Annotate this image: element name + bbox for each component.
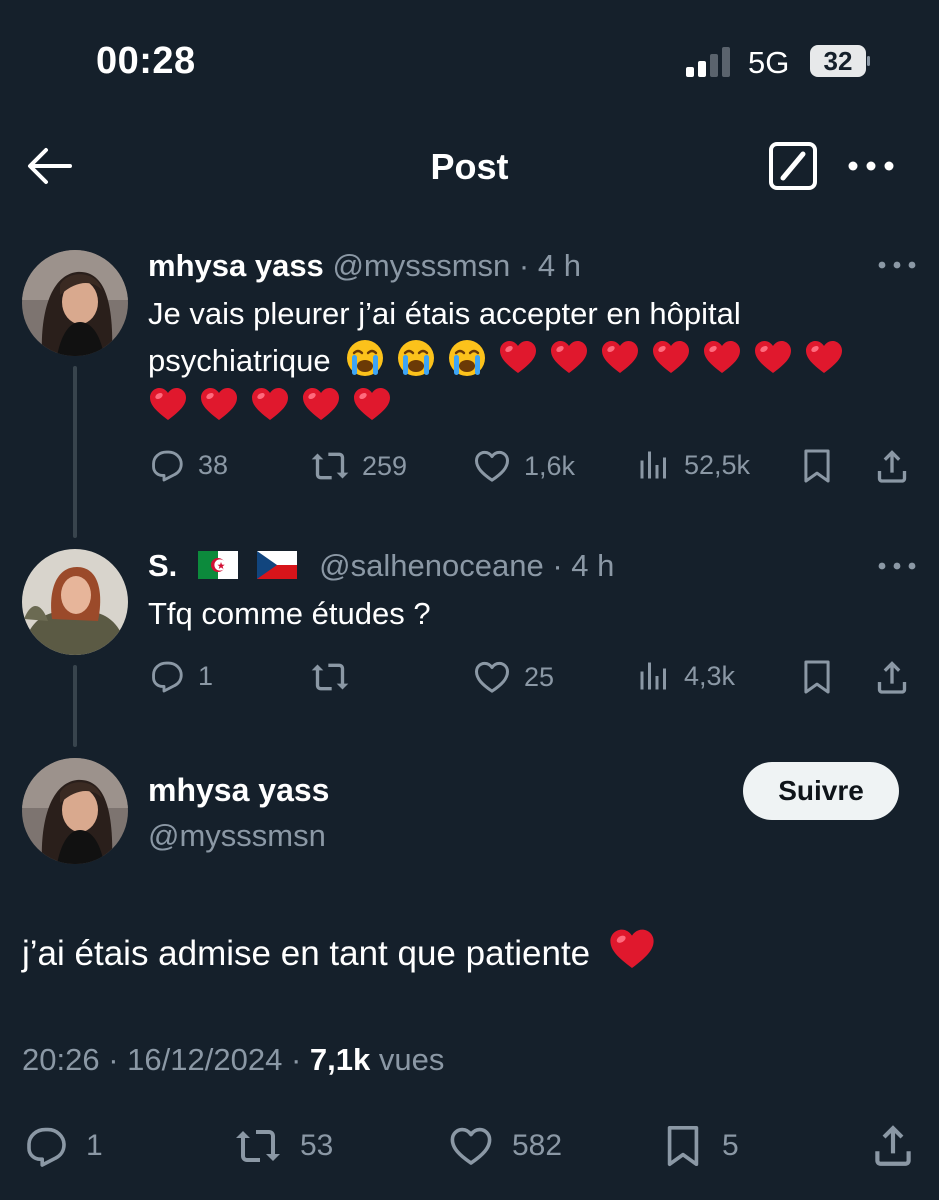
tweet-time: 20:26: [22, 1042, 100, 1077]
reply-button[interactable]: 1: [148, 657, 213, 695]
reply-count: 1: [198, 660, 214, 691]
avatar[interactable]: [22, 549, 128, 655]
reply-icon: [148, 446, 186, 484]
battery-level: 32: [810, 45, 866, 77]
red-heart-emoji: [352, 385, 392, 425]
signal-strength-icon: [686, 47, 732, 77]
more-horizontal-icon[interactable]: [877, 259, 917, 271]
user-handle[interactable]: @mysssmsn: [148, 818, 326, 854]
tweet-meta: 20:26 · 16/12/2024 · 7,1k vues: [22, 1042, 445, 1077]
share-icon[interactable]: [872, 657, 912, 697]
heart-icon: [472, 657, 512, 697]
red-heart-emoji: [549, 338, 589, 378]
views-icon: [636, 657, 672, 695]
like-button[interactable]: 582: [446, 1122, 562, 1170]
red-heart-emoji: [148, 385, 188, 425]
like-button[interactable]: 1,6k: [472, 446, 575, 486]
status-time: 00:28: [96, 40, 196, 82]
views-icon: [636, 446, 672, 484]
follow-button[interactable]: Suivre: [743, 762, 899, 820]
tweet-time: 4 h: [571, 548, 615, 583]
red-heart-emoji: [498, 338, 538, 378]
tweet-header: S. @salhenoceane · 4 h: [148, 548, 615, 583]
tweet-text: Je vais pleurer j’ai étais accepter en h…: [148, 290, 928, 431]
repost-count: 259: [362, 450, 408, 481]
avatar[interactable]: [22, 758, 128, 864]
flag-algeria-icon: [198, 551, 238, 579]
crying-face-emoji: [345, 338, 385, 378]
views-count: 4,3k: [684, 660, 736, 691]
user-handle[interactable]: @mysssmsn: [332, 248, 510, 283]
repost-button[interactable]: [310, 657, 362, 697]
display-name[interactable]: S.: [148, 548, 177, 583]
crying-face-emoji: [396, 338, 436, 378]
like-count: 25: [524, 661, 555, 692]
repost-button[interactable]: 259: [310, 446, 407, 486]
avatar[interactable]: [22, 250, 128, 356]
repost-icon: [310, 657, 350, 697]
grok-icon[interactable]: [768, 141, 818, 191]
arrow-left-icon[interactable]: [26, 146, 72, 186]
bookmark-button[interactable]: 5: [660, 1122, 739, 1170]
views-button[interactable]: 4,3k: [636, 657, 735, 695]
tweet-header: mhysa yass @mysssmsn · 4 h: [148, 248, 581, 283]
tweet-time: 4 h: [537, 248, 581, 283]
display-name[interactable]: mhysa yass: [148, 248, 324, 283]
reply-icon: [148, 657, 186, 695]
like-count: 1,6k: [524, 450, 576, 481]
network-type: 5G: [748, 45, 790, 80]
reply-count: 1: [86, 1129, 103, 1162]
red-heart-emoji: [301, 385, 341, 425]
reply-count: 38: [198, 449, 229, 480]
views-count: 7,1k: [309, 1042, 371, 1077]
like-button[interactable]: 25: [472, 657, 554, 697]
more-horizontal-icon[interactable]: [877, 560, 917, 572]
red-heart-emoji: [608, 926, 656, 974]
red-heart-emoji: [753, 338, 793, 378]
red-heart-emoji: [250, 385, 290, 425]
views-button[interactable]: 52,5k: [636, 446, 750, 484]
crying-face-emoji: [447, 338, 487, 378]
main-tweet-text: j’ai étais admise en tant que patiente: [22, 926, 656, 974]
thread-line: [73, 665, 77, 747]
repost-icon: [310, 446, 350, 486]
red-heart-emoji: [702, 338, 742, 378]
flag-czechia-icon: [257, 551, 297, 579]
repost-button[interactable]: 53: [232, 1122, 333, 1170]
reply-button[interactable]: 38: [148, 446, 228, 484]
like-count: 582: [512, 1129, 563, 1162]
more-horizontal-icon[interactable]: [846, 153, 896, 179]
display-name[interactable]: mhysa yass: [148, 772, 329, 809]
tweet-date: 16/12/2024: [127, 1042, 283, 1077]
red-heart-emoji: [600, 338, 640, 378]
views-count: 52,5k: [684, 449, 751, 480]
red-heart-emoji: [804, 338, 844, 378]
thread-line: [73, 366, 77, 538]
reply-button[interactable]: 1: [22, 1122, 103, 1170]
bookmark-count: 5: [722, 1129, 739, 1162]
red-heart-emoji: [199, 385, 239, 425]
reply-icon: [22, 1122, 70, 1170]
battery-icon: 32: [810, 45, 870, 77]
red-heart-emoji: [651, 338, 691, 378]
heart-icon: [472, 446, 512, 486]
bookmark-icon[interactable]: [798, 657, 836, 697]
bookmark-icon: [660, 1122, 706, 1170]
heart-icon: [446, 1122, 496, 1170]
tweet-text: Tfq comme études ?: [148, 596, 431, 631]
share-icon[interactable]: [868, 1120, 918, 1170]
share-icon[interactable]: [872, 446, 912, 486]
repost-icon: [232, 1122, 284, 1170]
repost-count: 53: [300, 1129, 334, 1162]
bookmark-icon[interactable]: [798, 446, 836, 486]
views-label: vues: [378, 1042, 445, 1077]
user-handle[interactable]: @salhenoceane: [319, 548, 544, 583]
